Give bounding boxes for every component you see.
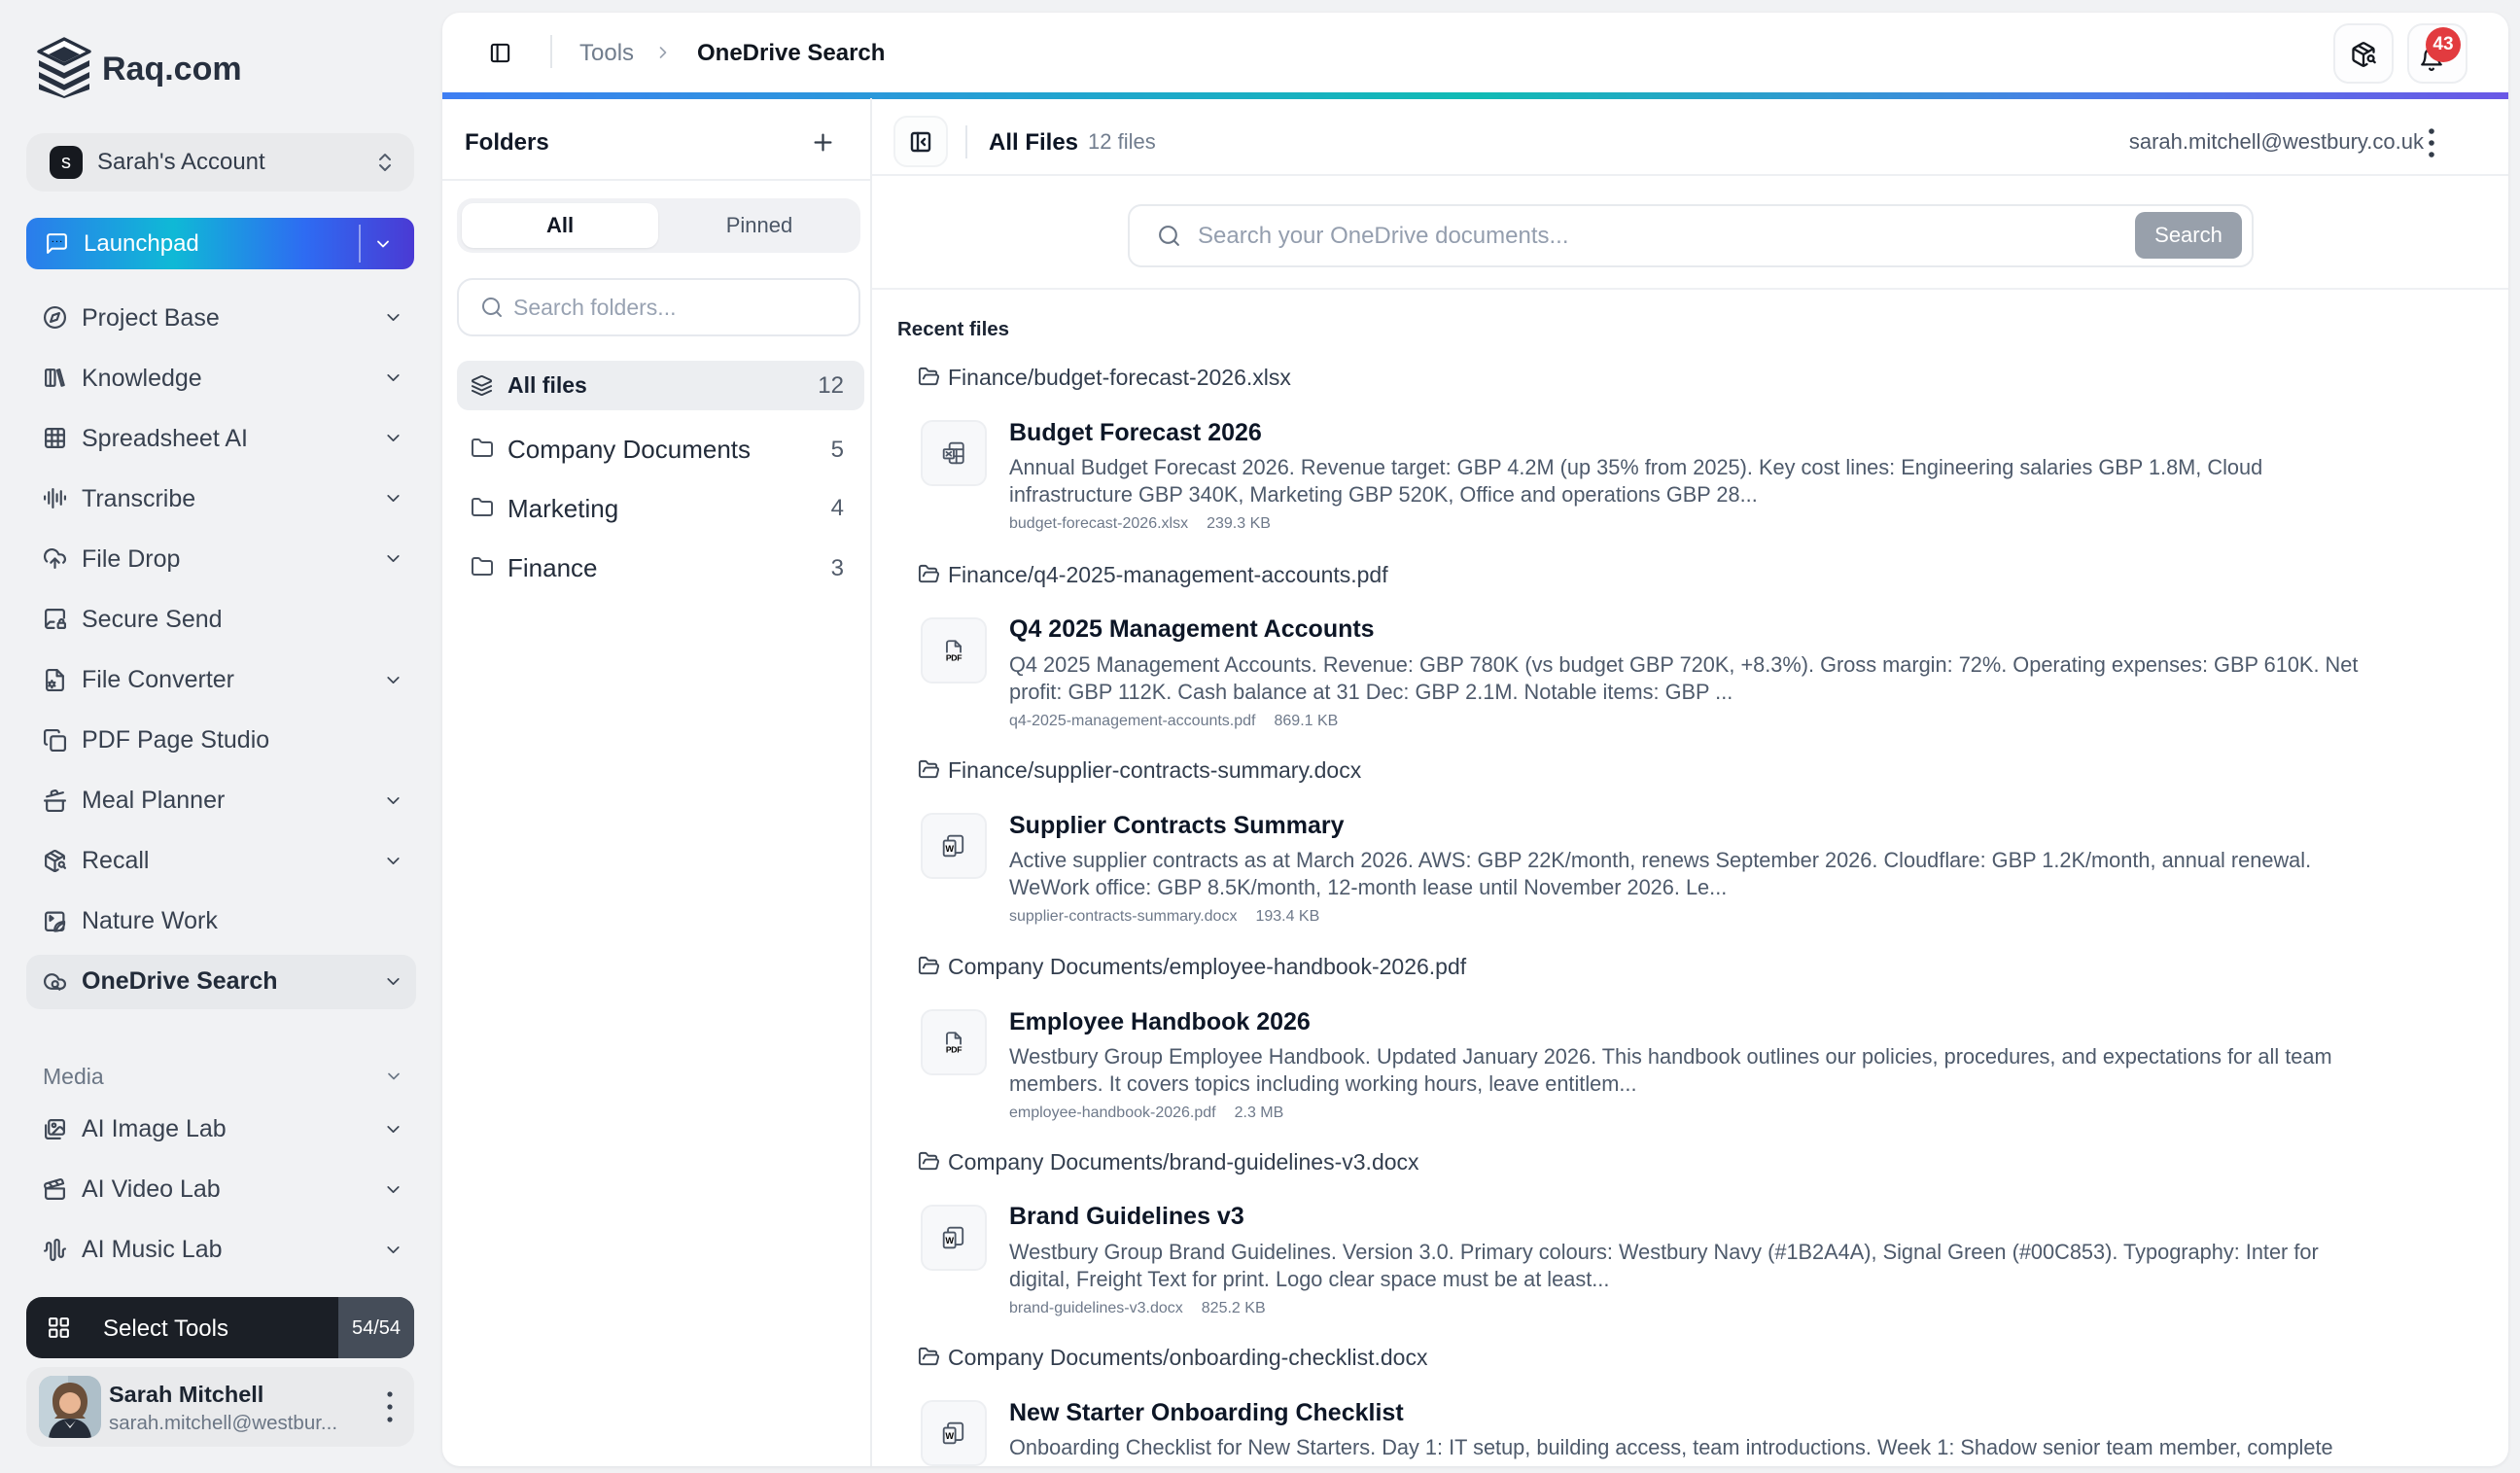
svg-text:PDF: PDF <box>946 1044 962 1054</box>
svg-text:W: W <box>945 1236 954 1245</box>
svg-text:W: W <box>945 844 954 854</box>
svg-text:PDF: PDF <box>946 652 962 662</box>
svg-text:W: W <box>945 1431 954 1441</box>
